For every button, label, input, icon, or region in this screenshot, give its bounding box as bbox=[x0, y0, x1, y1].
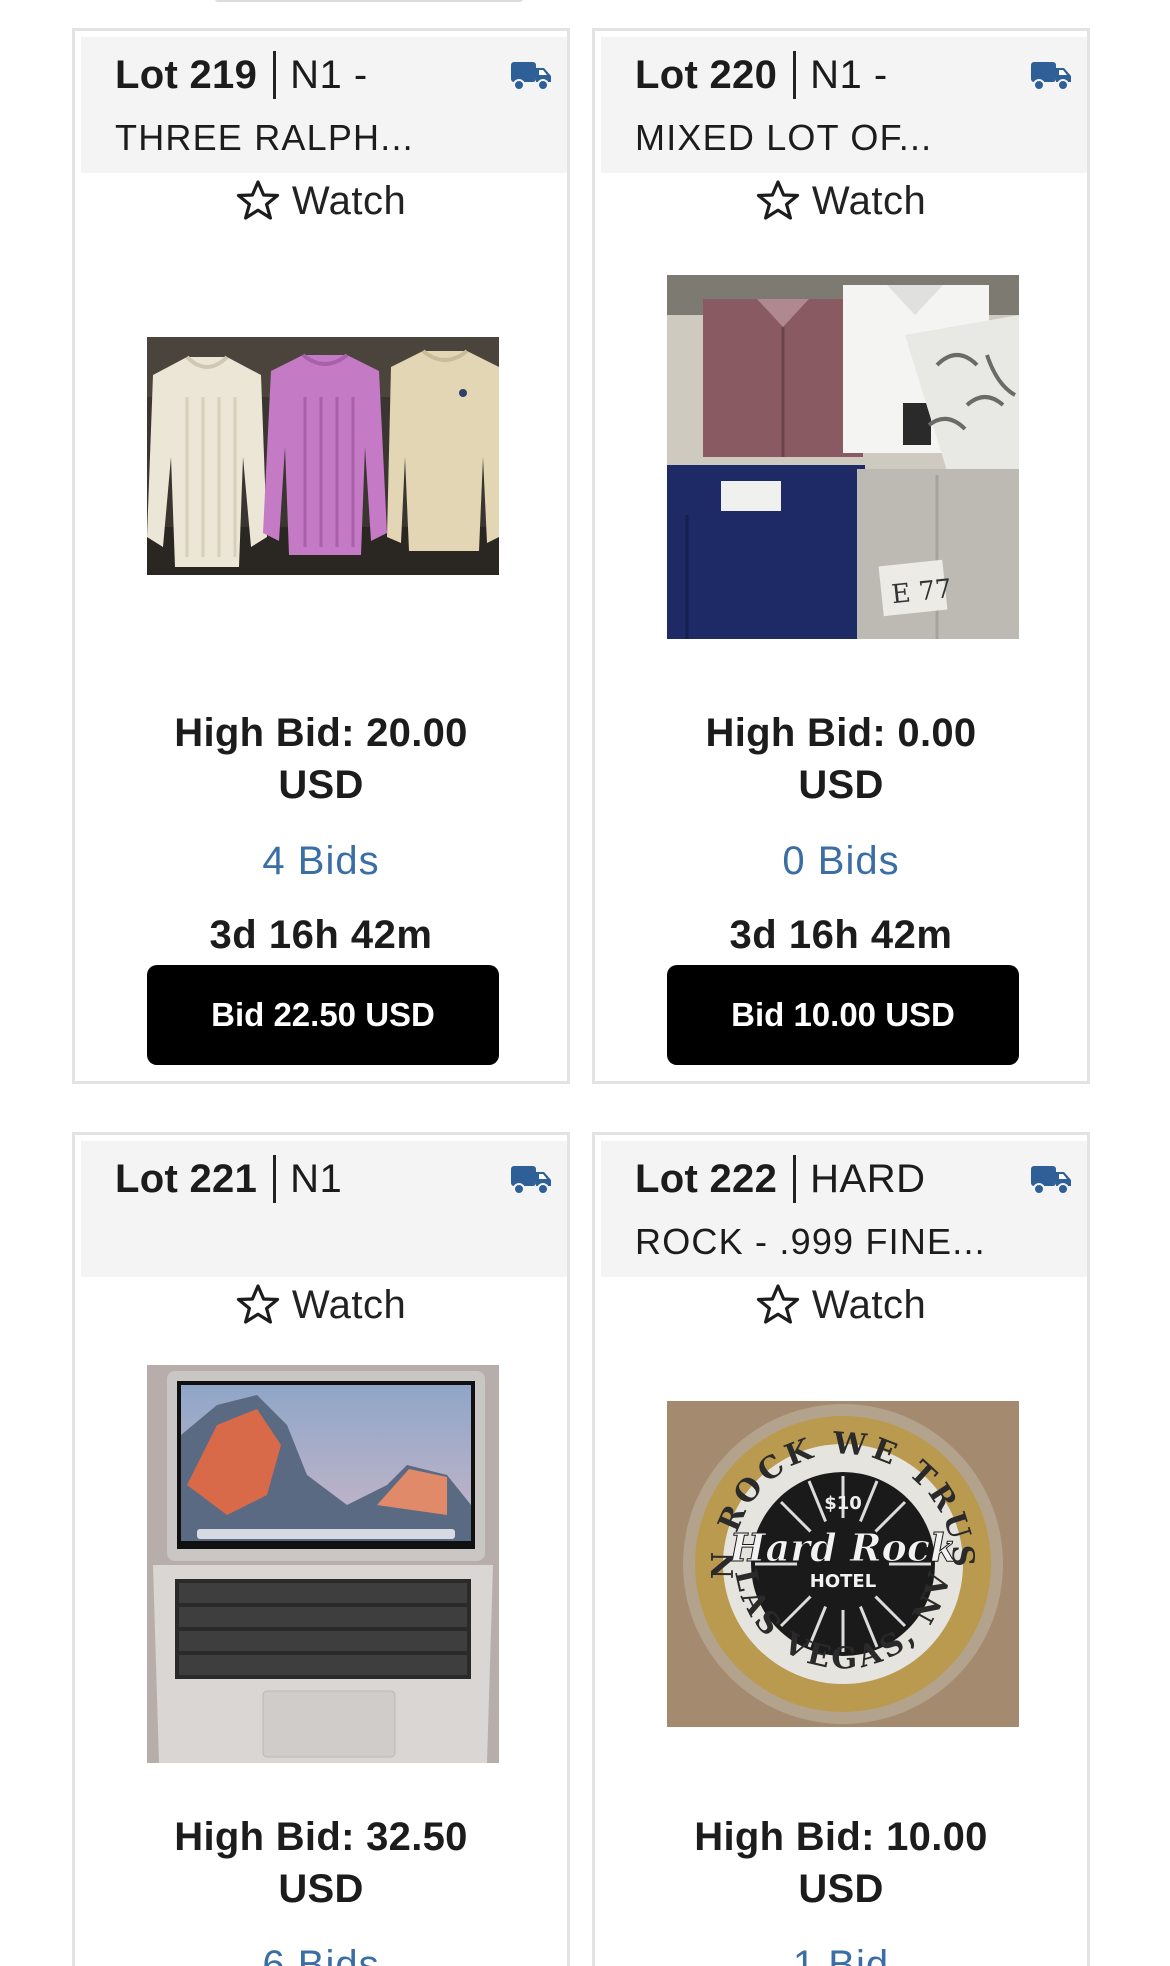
coin-image: $10 Hard Rock HOTEL IN ROCK WE TRUST LAS… bbox=[667, 1401, 1019, 1727]
watch-label: Watch bbox=[811, 1282, 927, 1327]
lot-number: Lot 219 bbox=[115, 52, 258, 97]
coin-brand: Hard Rock bbox=[729, 1525, 957, 1570]
high-bid-currency: USD bbox=[798, 763, 884, 807]
scroll-indicator bbox=[215, 0, 523, 2]
lot-number: Lot 222 bbox=[635, 1156, 778, 1201]
sweaters-image bbox=[147, 337, 499, 575]
coin-denomination: $10 bbox=[824, 1493, 862, 1514]
lot-code: N1 bbox=[290, 1156, 343, 1201]
high-bid-amount: High Bid: 10.00 bbox=[694, 1815, 988, 1859]
bid-count-link[interactable]: 1 Bid bbox=[595, 1943, 1087, 1966]
laptop-image bbox=[147, 1365, 499, 1763]
svg-text:E 77: E 77 bbox=[890, 574, 953, 610]
lot-card-header[interactable]: Lot 221 N1 bbox=[81, 1141, 567, 1277]
star-outline-icon bbox=[236, 180, 279, 220]
lot-card-220[interactable]: Lot 220 N1 - MIXED LOT OF... Watch E 77 … bbox=[592, 28, 1090, 1084]
lot-card-header[interactable]: Lot 219 N1 - THREE RALPH... bbox=[81, 37, 567, 173]
high-bid-currency: USD bbox=[798, 1867, 884, 1911]
star-outline-icon bbox=[236, 1284, 279, 1324]
separator bbox=[793, 51, 797, 99]
high-bid-currency: USD bbox=[278, 1867, 364, 1911]
high-bid-currency: USD bbox=[278, 763, 364, 807]
high-bid-amount: High Bid: 32.50 bbox=[174, 1815, 468, 1859]
lot-title[interactable]: ROCK - .999 FINE... bbox=[635, 1221, 986, 1263]
watch-toggle[interactable]: Watch bbox=[75, 173, 567, 229]
lot-card-221[interactable]: Lot 221 N1 Watch High Bid: 32.50 USD 6 B… bbox=[72, 1132, 570, 1966]
watch-toggle[interactable]: Watch bbox=[595, 173, 1087, 229]
lot-card-219[interactable]: Lot 219 N1 - THREE RALPH... Watch High B… bbox=[72, 28, 570, 1084]
lot-number: Lot 220 bbox=[635, 52, 778, 97]
star-outline-icon bbox=[756, 180, 799, 220]
lot-photo-laptop[interactable] bbox=[147, 1365, 499, 1763]
lot-photo-coin[interactable]: $10 Hard Rock HOTEL IN ROCK WE TRUST LAS… bbox=[667, 1401, 1019, 1727]
separator bbox=[273, 1155, 277, 1203]
lot-number: Lot 221 bbox=[115, 1156, 258, 1201]
star-outline-icon bbox=[756, 1284, 799, 1324]
lot-title[interactable]: MIXED LOT OF... bbox=[635, 117, 932, 159]
bid-count-link[interactable]: 4 Bids bbox=[75, 839, 567, 884]
lot-card-header[interactable]: Lot 222 HARD ROCK - .999 FINE... bbox=[601, 1141, 1087, 1277]
watch-label: Watch bbox=[291, 1282, 407, 1327]
lot-code: HARD bbox=[810, 1156, 926, 1201]
watch-label: Watch bbox=[811, 178, 927, 223]
coin-sub: HOTEL bbox=[810, 1571, 876, 1592]
high-bid: High Bid: 0.00 USD bbox=[595, 707, 1087, 811]
separator bbox=[273, 51, 277, 99]
lot-code: N1 - bbox=[810, 52, 888, 97]
lot-code: N1 - bbox=[290, 52, 368, 97]
bid-button[interactable]: Bid 10.00 USD bbox=[667, 965, 1019, 1065]
bid-count-link[interactable]: 6 Bids bbox=[75, 1943, 567, 1966]
lot-card-222[interactable]: Lot 222 HARD ROCK - .999 FINE... Watch $… bbox=[592, 1132, 1090, 1966]
lot-card-header[interactable]: Lot 220 N1 - MIXED LOT OF... bbox=[601, 37, 1087, 173]
bid-button[interactable]: Bid 22.50 USD bbox=[147, 965, 499, 1065]
truck-icon bbox=[1031, 1166, 1071, 1195]
bid-count-link[interactable]: 0 Bids bbox=[595, 839, 1087, 884]
time-remaining: 3d 16h 42m bbox=[729, 913, 953, 957]
lot-photo-mixed-clothes[interactable]: E 77 bbox=[667, 275, 1019, 639]
high-bid-amount: High Bid: 20.00 bbox=[174, 711, 468, 755]
watch-label: Watch bbox=[291, 178, 407, 223]
truck-icon bbox=[1031, 62, 1071, 91]
truck-icon bbox=[511, 1166, 551, 1195]
high-bid: High Bid: 32.50 USD bbox=[75, 1811, 567, 1915]
auction-lot-grid-page: Lot 219 N1 - THREE RALPH... Watch High B… bbox=[0, 0, 1170, 1966]
mixed-clothes-image: E 77 bbox=[667, 275, 1019, 639]
high-bid: High Bid: 10.00 USD bbox=[595, 1811, 1087, 1915]
time-remaining: 3d 16h 42m bbox=[209, 913, 433, 957]
lot-photo-sweaters[interactable] bbox=[147, 337, 499, 575]
truck-icon bbox=[511, 62, 551, 91]
lot-title[interactable]: THREE RALPH... bbox=[115, 117, 414, 159]
high-bid-amount: High Bid: 0.00 bbox=[705, 711, 977, 755]
high-bid: High Bid: 20.00 USD bbox=[75, 707, 567, 811]
watch-toggle[interactable]: Watch bbox=[595, 1277, 1087, 1333]
watch-toggle[interactable]: Watch bbox=[75, 1277, 567, 1333]
separator bbox=[793, 1155, 797, 1203]
